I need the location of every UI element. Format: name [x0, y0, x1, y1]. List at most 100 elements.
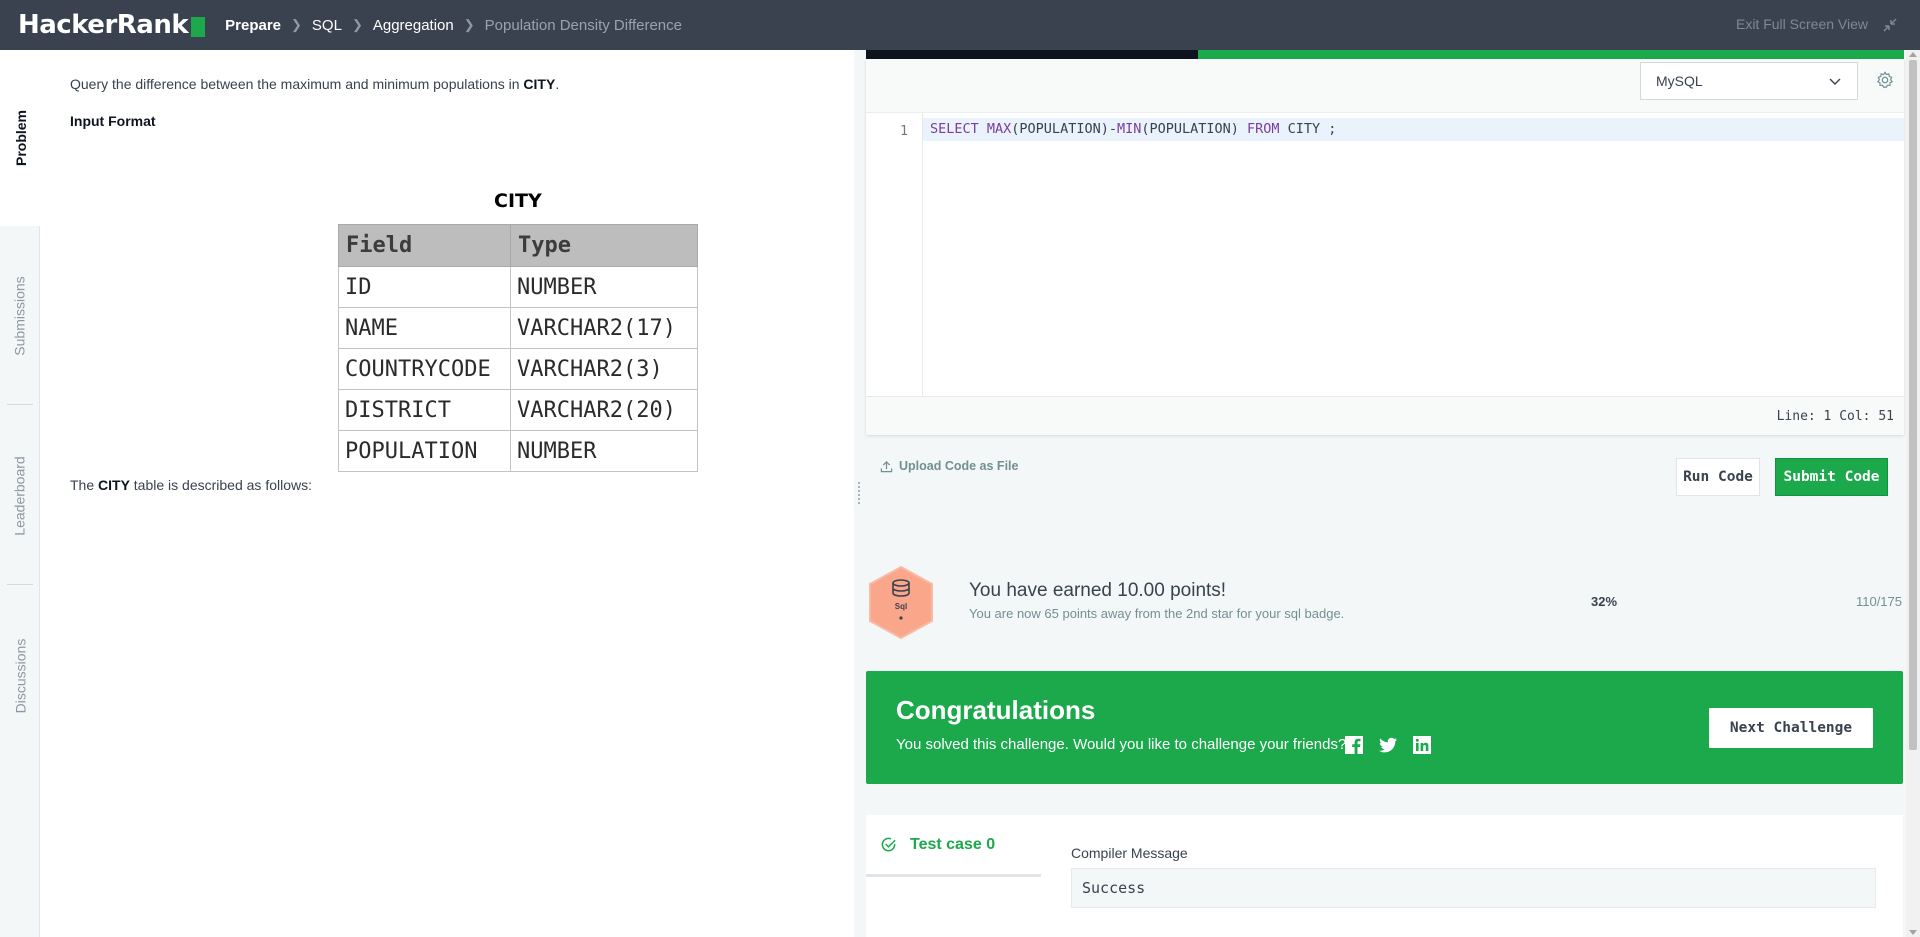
compiler-message-label: Compiler Message [1071, 845, 1188, 861]
breadcrumb-prepare[interactable]: Prepare [225, 17, 281, 34]
table-description: The CITY table is described as follows: [70, 477, 312, 493]
side-tabs: Problem Submissions Leaderboard Discussi… [0, 50, 41, 937]
table-cell: NUMBER [510, 266, 698, 308]
breadcrumb-aggregation[interactable]: Aggregation [373, 17, 454, 34]
table-cell: DISTRICT [338, 389, 511, 431]
table-row: COUNTRYCODE VARCHAR2(3) [338, 348, 698, 390]
badge-progress: 110/175 [1855, 594, 1902, 609]
gear-icon[interactable] [1876, 71, 1894, 89]
tab-divider [7, 404, 33, 405]
check-circle-icon [881, 837, 896, 852]
table-row: NAME VARCHAR2(17) [338, 307, 698, 349]
column-header: Field [338, 224, 511, 267]
tab-submissions[interactable]: Submissions [0, 226, 40, 406]
sql-badge-icon: Sql [869, 565, 933, 640]
logo-block-icon [191, 16, 206, 37]
breadcrumb-current: Population Density Difference [484, 16, 682, 34]
collapse-icon[interactable] [1882, 17, 1898, 33]
breadcrumb-sql[interactable]: SQL [312, 17, 342, 34]
problem-pane: Query the difference between the maximum… [40, 50, 854, 937]
description-suffix: table is described as follows: [129, 477, 312, 493]
code-text: (POPULATION)- [1011, 121, 1117, 137]
problem-statement: Query the difference between the maximum… [70, 76, 559, 92]
code-keyword: MAX [986, 121, 1012, 137]
scroll-thumb[interactable] [1909, 60, 1917, 750]
code-line[interactable]: SELECT MAX(POPULATION)-MIN(POPULATION) F… [923, 118, 1904, 141]
code-area[interactable]: 1 SELECT MAX(POPULATION)-MIN(POPULATION)… [866, 113, 1904, 396]
code-text: CITY ; [1287, 121, 1337, 137]
next-challenge-button[interactable]: Next Challenge [1709, 708, 1873, 748]
upload-code-link[interactable]: Upload Code as File [880, 459, 1018, 473]
chevron-right-icon: ❯ [351, 17, 363, 32]
facebook-icon[interactable] [1344, 735, 1364, 755]
language-select[interactable]: MySQL [1640, 62, 1858, 100]
badge-label: Sql [895, 602, 907, 611]
statement-text: Query the difference between the maximum… [70, 76, 524, 92]
badge-percent: 32% [1591, 594, 1618, 609]
run-code-button[interactable]: Run Code [1676, 458, 1760, 496]
statement-suffix: . [555, 76, 560, 92]
input-format-heading: Input Format [70, 113, 156, 129]
description-table-name: CITY [98, 477, 130, 493]
table-header-row: Field Type [338, 224, 698, 267]
compiler-message-output: Success [1071, 868, 1876, 908]
table-cell: NAME [338, 307, 511, 349]
points-earned-title: You have earned 10.00 points! [969, 580, 1227, 601]
table-cell: COUNTRYCODE [338, 348, 511, 390]
tab-problem[interactable]: Problem [0, 50, 41, 226]
hackerrank-logo[interactable]: HackerRank [18, 0, 206, 50]
upload-label: Upload Code as File [899, 459, 1019, 473]
table-cell: POPULATION [338, 430, 511, 472]
tab-submissions-label: Submissions [12, 276, 28, 356]
code-keyword: SELECT [930, 121, 987, 137]
city-schema-table: Field Type ID NUMBER NAME VARCHAR2(17) COU… [338, 224, 698, 472]
language-value: MySQL [1656, 73, 1703, 89]
congrats-title: Congratulations [896, 695, 1096, 725]
exit-fullscreen-link[interactable]: Exit Full Screen View [1736, 16, 1868, 32]
editor-progress-dark [866, 50, 1198, 59]
table-row: DISTRICT VARCHAR2(20) [338, 389, 698, 431]
tab-leaderboard[interactable]: Leaderboard [0, 406, 40, 586]
test-results-panel: Test case 0 Compiler Message Success [866, 815, 1903, 937]
tab-problem-label: Problem [12, 109, 29, 167]
tab-discussions[interactable]: Discussions [0, 586, 40, 766]
tab-test-case-0[interactable]: Test case 0 [866, 815, 1041, 877]
table-row: ID NUMBER [338, 266, 698, 308]
tab-divider [7, 584, 33, 585]
table-cell: NUMBER [510, 430, 698, 472]
table-cell: VARCHAR2(17) [510, 307, 698, 349]
chevron-down-icon [1829, 78, 1841, 85]
table-cell: VARCHAR2(3) [510, 348, 698, 390]
chevron-right-icon: ❯ [463, 17, 475, 32]
breadcrumb: Prepare ❯ SQL ❯ Aggregation ❯ Population… [225, 17, 682, 34]
editor-statusbar: Line: 1 Col: 51 [866, 396, 1904, 435]
scroll-up-icon[interactable] [1909, 52, 1917, 57]
tab-discussions-label: Discussions [12, 638, 29, 714]
pane-resize-handle[interactable] [856, 480, 862, 510]
table-cell: ID [338, 266, 511, 308]
upload-icon [880, 460, 893, 472]
code-editor: MySQL 1 SELECT MAX(POPULATION)-MIN(POPUL… [866, 59, 1904, 435]
column-header: Type [510, 224, 698, 267]
congratulations-banner: Congratulations You solved this challeng… [866, 671, 1903, 784]
tab-leaderboard-label: Leaderboard [12, 456, 28, 536]
table-title: CITY [494, 190, 542, 212]
cursor-position: Line: 1 Col: 51 [1776, 409, 1894, 424]
linkedin-icon[interactable] [1412, 735, 1432, 755]
code-keyword: MIN [1116, 121, 1142, 137]
line-gutter: 1 [866, 113, 923, 396]
submit-code-button[interactable]: Submit Code [1775, 458, 1888, 496]
table-cell: VARCHAR2(20) [510, 389, 698, 431]
twitter-icon[interactable] [1378, 735, 1398, 755]
scroll-down-icon[interactable] [1909, 930, 1917, 935]
code-keyword: FROM [1247, 121, 1288, 137]
chevron-right-icon: ❯ [291, 17, 302, 32]
page-scrollbar[interactable] [1906, 50, 1920, 937]
points-earned-subtitle: You are now 65 points away from the 2nd … [969, 606, 1345, 621]
statement-table-name: CITY [523, 76, 556, 92]
table-row: POPULATION NUMBER [338, 430, 698, 472]
test-case-label: Test case 0 [910, 835, 996, 853]
top-navbar: HackerRank Prepare ❯ SQL ❯ Aggregation ❯… [0, 0, 1920, 50]
description-text: The [70, 477, 99, 493]
code-text: (POPULATION) [1141, 121, 1248, 137]
